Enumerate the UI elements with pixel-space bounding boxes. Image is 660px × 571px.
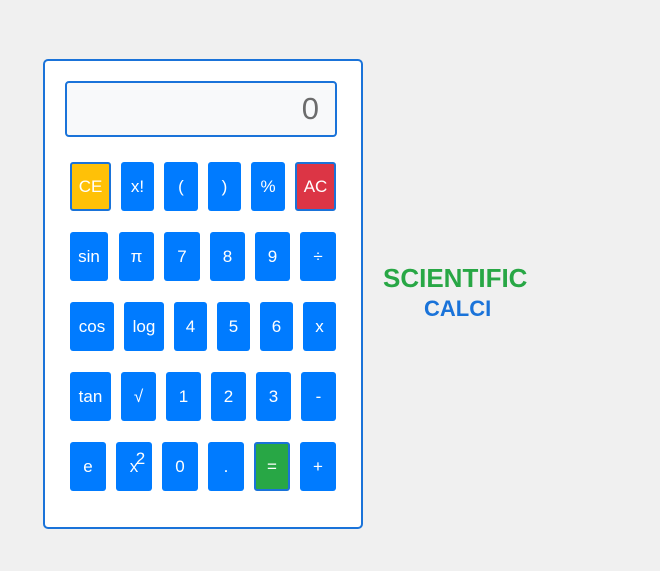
sqrt-button[interactable]: √ (121, 372, 156, 421)
decimal-button[interactable]: . (208, 442, 244, 491)
tan-button[interactable]: tan (70, 372, 111, 421)
percent-button[interactable]: % (251, 162, 285, 211)
euler-button[interactable]: e (70, 442, 106, 491)
multiply-button[interactable]: x (303, 302, 336, 351)
square-exponent: 2 (135, 448, 146, 468)
subtract-button[interactable]: - (301, 372, 336, 421)
brand-subtitle: CALCI (424, 296, 492, 321)
open-paren-button[interactable]: ( (164, 162, 198, 211)
brand-title: SCIENTIFIC (383, 263, 528, 293)
square-label: x2 (130, 449, 145, 477)
clear-entry-button[interactable]: CE (70, 162, 111, 211)
equals-button[interactable]: = (254, 442, 290, 491)
factorial-button[interactable]: x! (121, 162, 154, 211)
all-clear-button[interactable]: AC (295, 162, 336, 211)
sin-button[interactable]: sin (70, 232, 108, 281)
divide-button[interactable]: ÷ (300, 232, 336, 281)
digit-4-button[interactable]: 4 (174, 302, 207, 351)
cos-button[interactable]: cos (70, 302, 114, 351)
pi-button[interactable]: π (119, 232, 154, 281)
digit-9-button[interactable]: 9 (255, 232, 290, 281)
digit-2-button[interactable]: 2 (211, 372, 246, 421)
digit-8-button[interactable]: 8 (210, 232, 245, 281)
digit-3-button[interactable]: 3 (256, 372, 291, 421)
calculator-display: 0 (65, 81, 337, 137)
close-paren-button[interactable]: ) (208, 162, 241, 211)
digit-7-button[interactable]: 7 (164, 232, 200, 281)
digit-5-button[interactable]: 5 (217, 302, 250, 351)
square-button[interactable]: x2 (116, 442, 152, 491)
digit-6-button[interactable]: 6 (260, 302, 293, 351)
digit-0-button[interactable]: 0 (162, 442, 198, 491)
log-button[interactable]: log (124, 302, 164, 351)
add-button[interactable]: + (300, 442, 336, 491)
digit-1-button[interactable]: 1 (166, 372, 201, 421)
